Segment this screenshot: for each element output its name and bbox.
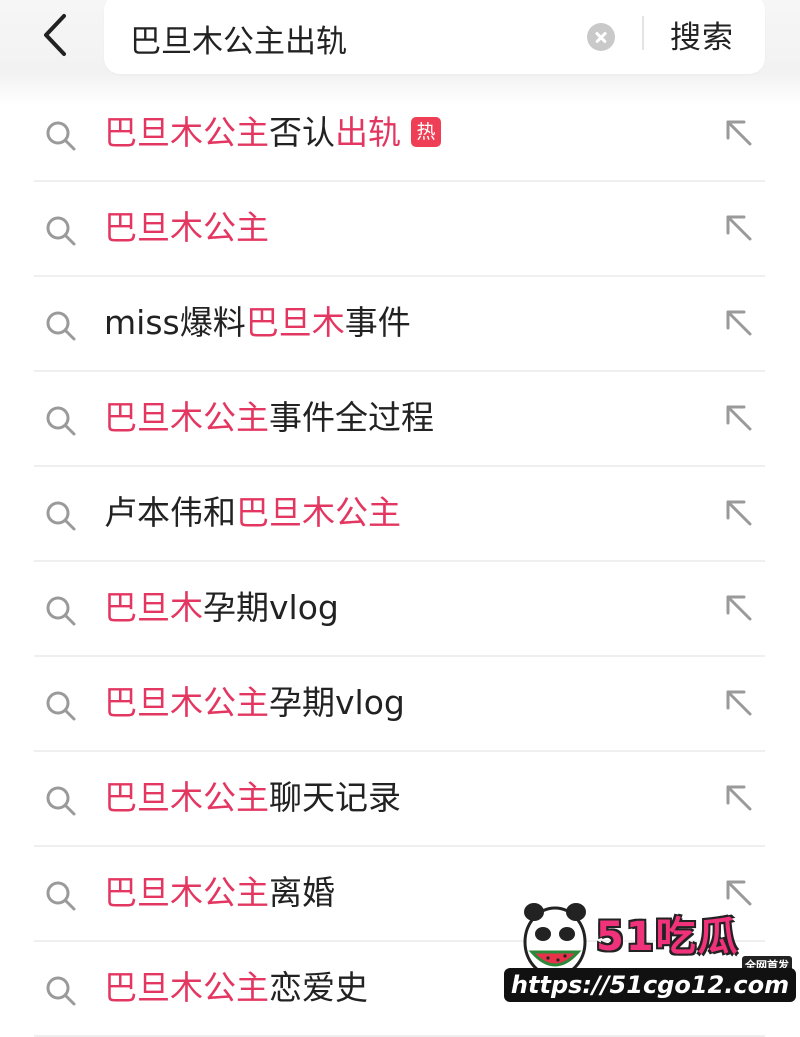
search-icon: [46, 121, 76, 151]
search-icon: [46, 596, 76, 626]
suggestion-row[interactable]: 巴旦木公主聊天记录: [34, 750, 765, 847]
search-icon: [46, 406, 76, 436]
suggestion-plain: 恋爱史: [269, 968, 368, 1007]
arrow-up-left-icon[interactable]: [724, 498, 754, 528]
suggestion-row[interactable]: 巴旦木公主事件全过程: [34, 370, 765, 467]
arrow-up-left-icon[interactable]: [724, 783, 754, 813]
suggestion-plain: 事件全过程: [269, 398, 434, 437]
suggestion-text: 巴旦木公主: [104, 201, 269, 255]
suggestion-plain: 离婚: [269, 873, 335, 912]
suggestion-plain: 卢本伟和: [104, 493, 236, 532]
suggestion-text: miss爆料巴旦木事件: [104, 296, 411, 350]
search-box[interactable]: 搜索: [104, 0, 765, 74]
chevron-left-icon: [44, 14, 66, 56]
search-icon: [46, 786, 76, 816]
search-input[interactable]: [130, 16, 560, 60]
search-icon: [46, 691, 76, 721]
suggestion-highlight: 巴旦木: [104, 588, 203, 627]
suggestion-text: 巴旦木公主恋爱史: [104, 961, 368, 1015]
suggestion-plain: 否认: [269, 113, 335, 152]
suggestion-text: 巴旦木公主否认出轨热: [104, 106, 441, 160]
arrow-up-left-icon[interactable]: [724, 688, 754, 718]
suggestion-text: 卢本伟和巴旦木公主: [104, 486, 401, 540]
arrow-up-left-icon[interactable]: [724, 308, 754, 338]
clear-icon[interactable]: [587, 23, 615, 51]
suggestion-highlight: 巴旦木公主: [104, 873, 269, 912]
suggestion-plain: 聊天记录: [269, 778, 401, 817]
suggestion-plain: 孕期vlog: [269, 683, 405, 722]
search-divider: [642, 16, 644, 50]
suggestion-row[interactable]: 卢本伟和巴旦木公主: [34, 465, 765, 562]
suggestion-row[interactable]: 巴旦木公主否认出轨热: [34, 85, 765, 182]
suggestion-highlight: 巴旦木公主: [104, 113, 269, 152]
site-watermark: 51吃瓜 全网首发 https://51cgo12.com: [504, 896, 796, 1004]
search-icon: [46, 216, 76, 246]
watermark-logo-text: 51吃瓜: [596, 914, 740, 960]
search-icon: [46, 881, 76, 911]
suggestion-highlight: 巴旦木公主: [104, 398, 269, 437]
suggestion-plain: 孕期vlog: [203, 588, 339, 627]
suggestion-highlight: 巴旦木公主: [104, 208, 269, 247]
suggestion-text: 巴旦木公主离婚: [104, 866, 335, 920]
suggestion-text: 巴旦木公主孕期vlog: [104, 676, 405, 730]
suggestion-highlight: 巴旦木公主: [104, 968, 269, 1007]
suggestion-plain: miss爆料: [104, 303, 246, 342]
suggestion-text: 巴旦木公主事件全过程: [104, 391, 434, 445]
back-button[interactable]: [38, 12, 78, 58]
search-icon: [46, 311, 76, 341]
hot-badge: 热: [411, 116, 441, 147]
arrow-up-left-icon[interactable]: [724, 213, 754, 243]
suggestion-highlight: 巴旦木: [245, 303, 345, 342]
suggestion-row[interactable]: miss爆料巴旦木事件: [34, 275, 765, 372]
suggestion-row[interactable]: 巴旦木公主孕期vlog: [34, 655, 765, 752]
suggestion-highlight: 出轨: [335, 113, 401, 152]
suggestion-text: 巴旦木公主聊天记录: [104, 771, 401, 825]
watermark-url: https://51cgo12.com: [504, 968, 796, 1002]
suggestion-highlight: 巴旦木公主: [104, 683, 269, 722]
suggestion-highlight: 巴旦木公主: [104, 778, 269, 817]
search-button[interactable]: 搜索: [670, 12, 734, 57]
search-icon: [46, 501, 76, 531]
search-icon: [46, 976, 76, 1006]
suggestion-row[interactable]: 巴旦木公主: [34, 180, 765, 277]
arrow-up-left-icon[interactable]: [724, 403, 754, 433]
suggestion-plain: 事件: [344, 303, 411, 342]
suggestion-row[interactable]: 巴旦木孕期vlog: [34, 560, 765, 657]
suggestion-text: 巴旦木孕期vlog: [104, 581, 339, 635]
arrow-up-left-icon[interactable]: [724, 118, 754, 148]
suggestion-highlight: 巴旦木公主: [236, 493, 401, 532]
arrow-up-left-icon[interactable]: [724, 593, 754, 623]
